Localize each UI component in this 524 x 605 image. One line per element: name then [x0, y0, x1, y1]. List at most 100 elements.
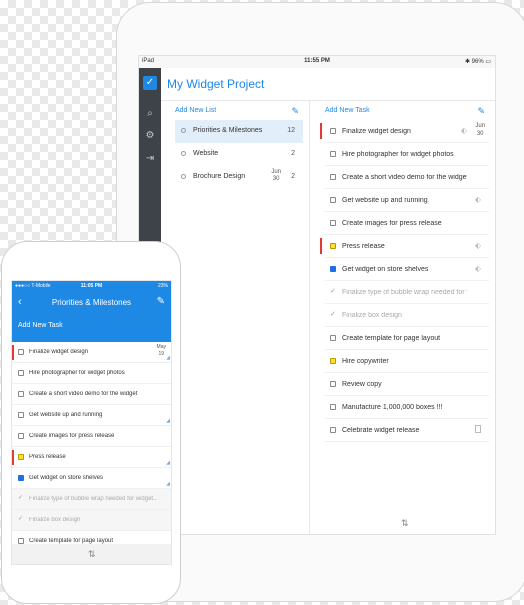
checkbox[interactable] — [330, 128, 336, 134]
task-name: Finalize box design — [29, 517, 81, 523]
tasks-panel: Add New Task ✎ Finalize widget design ⬖ … — [320, 102, 489, 534]
task-row[interactable]: Get website up and running ⬖ — [325, 189, 489, 212]
checkbox[interactable] — [330, 220, 336, 226]
checkmark-icon[interactable]: ✓ — [18, 494, 24, 501]
battery-label: 23% — [157, 283, 168, 289]
task-row[interactable]: Get website up and running ◢ — [12, 405, 171, 426]
task-row[interactable]: Manufacture 1,000,000 boxes !!! — [325, 396, 489, 419]
checkbox[interactable] — [18, 391, 24, 397]
checkbox[interactable] — [330, 266, 336, 272]
task-row[interactable]: Create a short video demo for the widget — [325, 166, 489, 189]
checkmark-icon[interactable]: ✓ — [330, 310, 336, 318]
pencil-icon[interactable]: ✎ — [157, 296, 165, 307]
due-month: Jun — [475, 123, 485, 129]
checkbox[interactable] — [330, 335, 336, 341]
iphone-footer: ⇅ — [12, 544, 171, 564]
task-row[interactable]: Create images for press release — [325, 212, 489, 235]
corner-indicator-icon: ◢ — [166, 418, 170, 424]
list-count: 2 — [291, 173, 295, 180]
checkbox[interactable] — [18, 433, 24, 439]
task-name: Celebrate widget release — [342, 427, 420, 434]
checkmark-icon[interactable]: ✓ — [18, 515, 24, 522]
task-row[interactable]: Get widget on store shelves ◢ — [12, 468, 171, 489]
task-row[interactable]: Hire photographer for widget photos — [325, 143, 489, 166]
checkbox[interactable] — [18, 370, 24, 376]
sort-icon[interactable]: ⇅ — [88, 549, 96, 560]
add-new-task-button[interactable]: Add New Task — [18, 322, 63, 329]
task-name: Create images for press release — [29, 433, 115, 439]
gear-icon[interactable]: ⚙ — [142, 130, 158, 141]
task-row[interactable]: Create a short video demo for the widget — [12, 384, 171, 405]
task-row[interactable]: Review copy — [325, 373, 489, 396]
list-item-website[interactable]: Website 2 — [175, 143, 303, 166]
task-name: Finalize type of bubble wrap needed for … — [342, 289, 467, 296]
task-name: Create template for page layout — [342, 335, 441, 342]
task-row[interactable]: Get widget on store shelves ⬖ — [325, 258, 489, 281]
task-name: Get widget on store shelves — [29, 475, 104, 481]
task-name: Finalize box design — [342, 312, 402, 319]
note-icon — [475, 425, 481, 433]
task-row[interactable]: Create images for press release — [12, 426, 171, 447]
due-month: Jun — [271, 169, 281, 175]
task-row[interactable]: Press release ⬖ — [320, 235, 489, 258]
task-row[interactable]: Celebrate widget release — [325, 419, 489, 442]
checkbox[interactable] — [330, 381, 336, 387]
column-divider — [309, 100, 310, 534]
task-row[interactable]: Create template for page layout — [325, 327, 489, 350]
header-divider — [161, 100, 495, 101]
battery-label: ✱ 96% ▭ — [464, 59, 491, 65]
ipad-screen: iPad 11:55 PM ✱ 96% ▭ ✓ ⌕ ⚙ ⇥ My Widget … — [138, 55, 496, 535]
list-dot-icon — [181, 128, 186, 133]
search-icon[interactable]: ⌕ — [142, 108, 158, 119]
task-name: Review copy — [342, 381, 382, 388]
add-new-list-button[interactable]: Add New List ✎ — [175, 102, 303, 120]
checkbox[interactable] — [18, 349, 24, 355]
page-title: My Widget Project — [167, 77, 265, 91]
task-row[interactable]: Finalize widget design May 19 ◢ — [12, 342, 171, 363]
check-icon[interactable]: ✓ — [143, 76, 157, 90]
list-name: Brochure Design — [193, 173, 246, 180]
task-name: Get website up and running — [342, 197, 428, 204]
list-dot-icon — [181, 174, 186, 179]
checkbox[interactable] — [18, 412, 24, 418]
task-row[interactable]: Press release ◢ — [12, 447, 171, 468]
task-name: Manufacture 1,000,000 boxes !!! — [342, 404, 443, 411]
checkbox[interactable] — [330, 151, 336, 157]
list-item-priorities[interactable]: Priorities & Milestones 12 — [175, 120, 303, 143]
task-row[interactable]: Hire copywriter — [325, 350, 489, 373]
checkbox[interactable] — [330, 197, 336, 203]
tag-icon: ⬖ — [474, 241, 481, 250]
clock: 11:55 PM — [304, 58, 330, 64]
corner-indicator-icon: ◢ — [166, 481, 170, 487]
checkbox[interactable] — [330, 427, 336, 433]
pencil-icon[interactable]: ✎ — [291, 102, 299, 120]
pencil-icon[interactable]: ✎ — [477, 102, 485, 120]
task-row-completed[interactable]: ✓ Finalize type of bubble wrap needed fo… — [12, 489, 171, 510]
list-due-date: Jun 30 — [271, 169, 281, 183]
task-row-completed[interactable]: ✓ Finalize box design — [325, 304, 489, 327]
checkbox[interactable] — [330, 174, 336, 180]
checkbox[interactable] — [330, 404, 336, 410]
tag-icon: ⬖ — [474, 264, 481, 273]
checkbox[interactable] — [18, 454, 24, 460]
add-new-task-button[interactable]: Add New Task ✎ — [325, 102, 489, 120]
checkbox[interactable] — [330, 358, 336, 364]
share-icon[interactable]: ⇥ — [142, 153, 158, 164]
checkmark-icon[interactable]: ✓ — [330, 287, 336, 295]
list-item-brochure[interactable]: Brochure Design Jun 30 2 — [175, 166, 303, 189]
task-row-completed[interactable]: ✓ Finalize box design — [12, 510, 171, 531]
task-row-completed[interactable]: ✓ Finalize type of bubble wrap needed fo… — [325, 281, 489, 304]
task-row[interactable]: Finalize widget design ⬖ Jun 30 — [320, 120, 489, 143]
checkbox[interactable] — [330, 243, 336, 249]
tag-icon: ⬖ — [474, 195, 481, 204]
task-name: Hire photographer for widget photos — [29, 370, 125, 376]
sort-icon[interactable]: ⇅ — [401, 518, 409, 529]
list-title: Priorities & Milestones — [51, 298, 132, 307]
task-name: Create a short video demo for the widget — [342, 174, 467, 181]
checkbox[interactable] — [18, 475, 24, 481]
list-dot-icon — [181, 151, 186, 156]
task-name: Finalize widget design — [29, 349, 89, 355]
task-due-date: May 19 — [157, 344, 166, 358]
task-name: Create a short video demo for the widget — [29, 391, 138, 397]
task-row[interactable]: Hire photographer for widget photos — [12, 363, 171, 384]
